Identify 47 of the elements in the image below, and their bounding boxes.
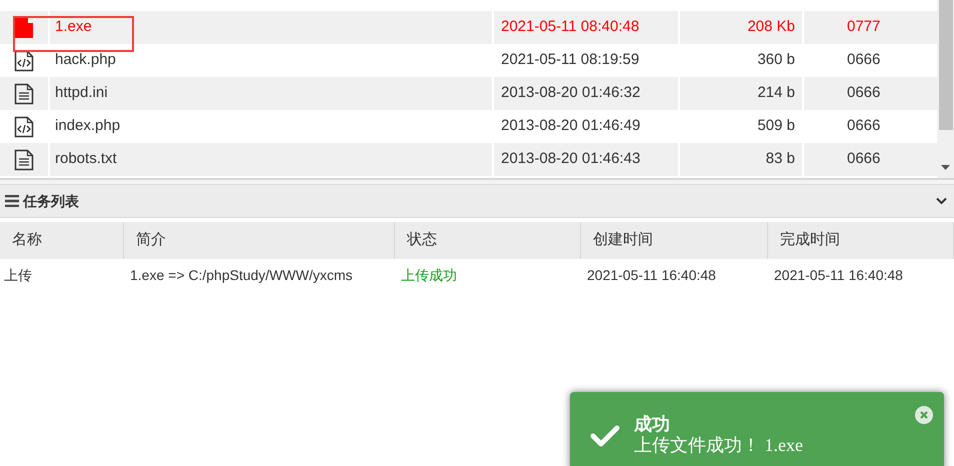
column-header[interactable]: 创建时间 [593,229,653,252]
panel-title: 任务列表 [23,192,79,210]
file-permissions: 0666 [847,50,880,70]
file-permissions: 0666 [847,149,880,170]
modified-date: 2021-05-11 08:40:48 [501,17,640,38]
file-size: 208 Kb [747,17,795,38]
file-name: robots.txt [55,149,117,170]
chevron-down-icon[interactable] [936,197,947,205]
checkmark-icon [590,424,620,448]
file-permissions: 0666 [847,116,880,136]
text-file-icon [14,82,34,104]
file-permissions: 0666 [847,83,880,104]
file-size: 214 b [757,83,795,104]
file-row[interactable]: robots.txt 2013-08-20 01:46:43 83 b 0666 [0,143,937,176]
modified-date: 2013-08-20 01:46:32 [501,83,640,104]
file-row[interactable]: httpd.ini 2013-08-20 01:46:32 214 b 0666 [0,77,937,110]
column-header[interactable]: 简介 [136,229,166,252]
file-icon [14,16,34,38]
modified-date: 2013-08-20 01:46:43 [501,149,640,170]
toast-message: 上传文件成功！ 1.exe [634,435,803,456]
task-status: 上传成功 [401,266,457,282]
scrollbar[interactable] [937,0,954,178]
created-time: 2021-05-11 16:40:48 [587,266,716,282]
file-row[interactable]: 1.exe 2021-05-11 08:40:48 208 Kb 0777 [0,11,937,44]
modified-date: 2021-05-11 08:19:59 [501,50,640,70]
file-name: hack.php [55,50,116,70]
file-permissions: 0777 [847,17,880,38]
file-name: 1.exe [55,17,92,38]
file-size: 360 b [757,50,795,70]
text-file-icon [14,148,34,170]
task-name: 上传 [4,266,32,282]
column-header[interactable]: 完成时间 [780,229,840,252]
column-header[interactable]: 名称 [12,229,42,252]
task-description: 1.exe => C:/phpStudy/WWW/yxcms [130,266,353,282]
scroll-down-icon[interactable] [941,165,950,170]
finished-time: 2021-05-11 16:40:48 [774,266,903,282]
column-header[interactable]: 状态 [407,229,437,252]
file-size: 509 b [757,116,795,136]
code-file-icon [14,116,34,138]
file-name: httpd.ini [55,83,108,104]
code-file-icon [14,50,34,72]
file-size: 83 b [766,149,795,170]
list-icon [5,195,19,207]
toast-title: 成功 [634,414,671,435]
close-icon[interactable] [915,406,933,424]
modified-date: 2013-08-20 01:46:49 [501,116,640,136]
file-name: index.php [55,116,120,136]
